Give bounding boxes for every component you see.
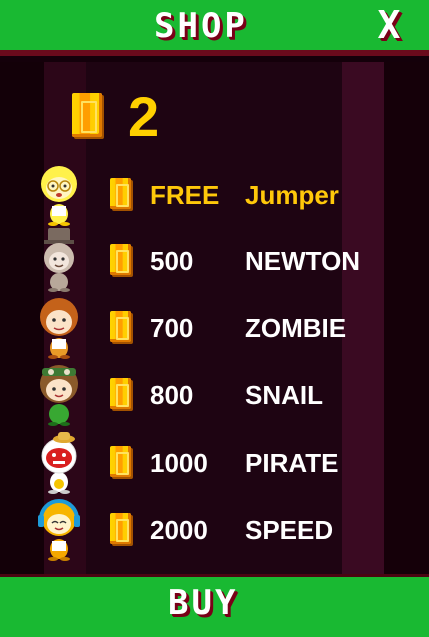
- item-price: 700: [150, 313, 194, 343]
- item-name: NEWTON: [245, 246, 361, 276]
- pirate-avatar: [41, 432, 77, 494]
- shop-item-jumper[interactable]: FREE Jumper: [0, 162, 429, 228]
- item-name: Jumper: [245, 180, 339, 210]
- item-name: SPEED: [245, 515, 334, 545]
- coin-icon: [110, 178, 131, 209]
- speed-avatar: [38, 499, 80, 561]
- item-name: PIRATE: [245, 448, 339, 478]
- coin-icon: [72, 93, 102, 137]
- coin-icon: [110, 244, 131, 275]
- snail-avatar: [40, 365, 78, 426]
- coin-icon: [110, 446, 131, 477]
- shop-title: SHOP: [154, 6, 248, 46]
- coin-icon: [110, 311, 131, 342]
- zombie-avatar: [40, 298, 78, 359]
- shop-item-pirate[interactable]: 1000 PIRATE: [0, 430, 429, 496]
- newton-avatar: [44, 228, 74, 292]
- coin-icon: [110, 513, 131, 544]
- item-price: 2000: [150, 515, 208, 545]
- shop-item-zombie[interactable]: 700 ZOMBIE: [0, 295, 429, 361]
- coin-balance: 2: [128, 85, 160, 148]
- shop-item-speed[interactable]: 2000 SPEED: [0, 497, 429, 563]
- item-name: SNAIL: [245, 380, 323, 410]
- shop-item-newton[interactable]: 500 NEWTON: [0, 228, 429, 294]
- item-price: 500: [150, 246, 194, 276]
- item-price: 1000: [150, 448, 208, 478]
- item-name: ZOMBIE: [245, 313, 347, 343]
- coin-icon: [110, 378, 131, 409]
- buy-button[interactable]: BUY: [168, 583, 238, 623]
- item-price: FREE: [150, 180, 220, 210]
- close-button[interactable]: X: [372, 5, 406, 45]
- jumper-avatar: [41, 166, 77, 226]
- shop-item-snail[interactable]: 800 SNAIL: [0, 362, 429, 428]
- item-price: 800: [150, 380, 194, 410]
